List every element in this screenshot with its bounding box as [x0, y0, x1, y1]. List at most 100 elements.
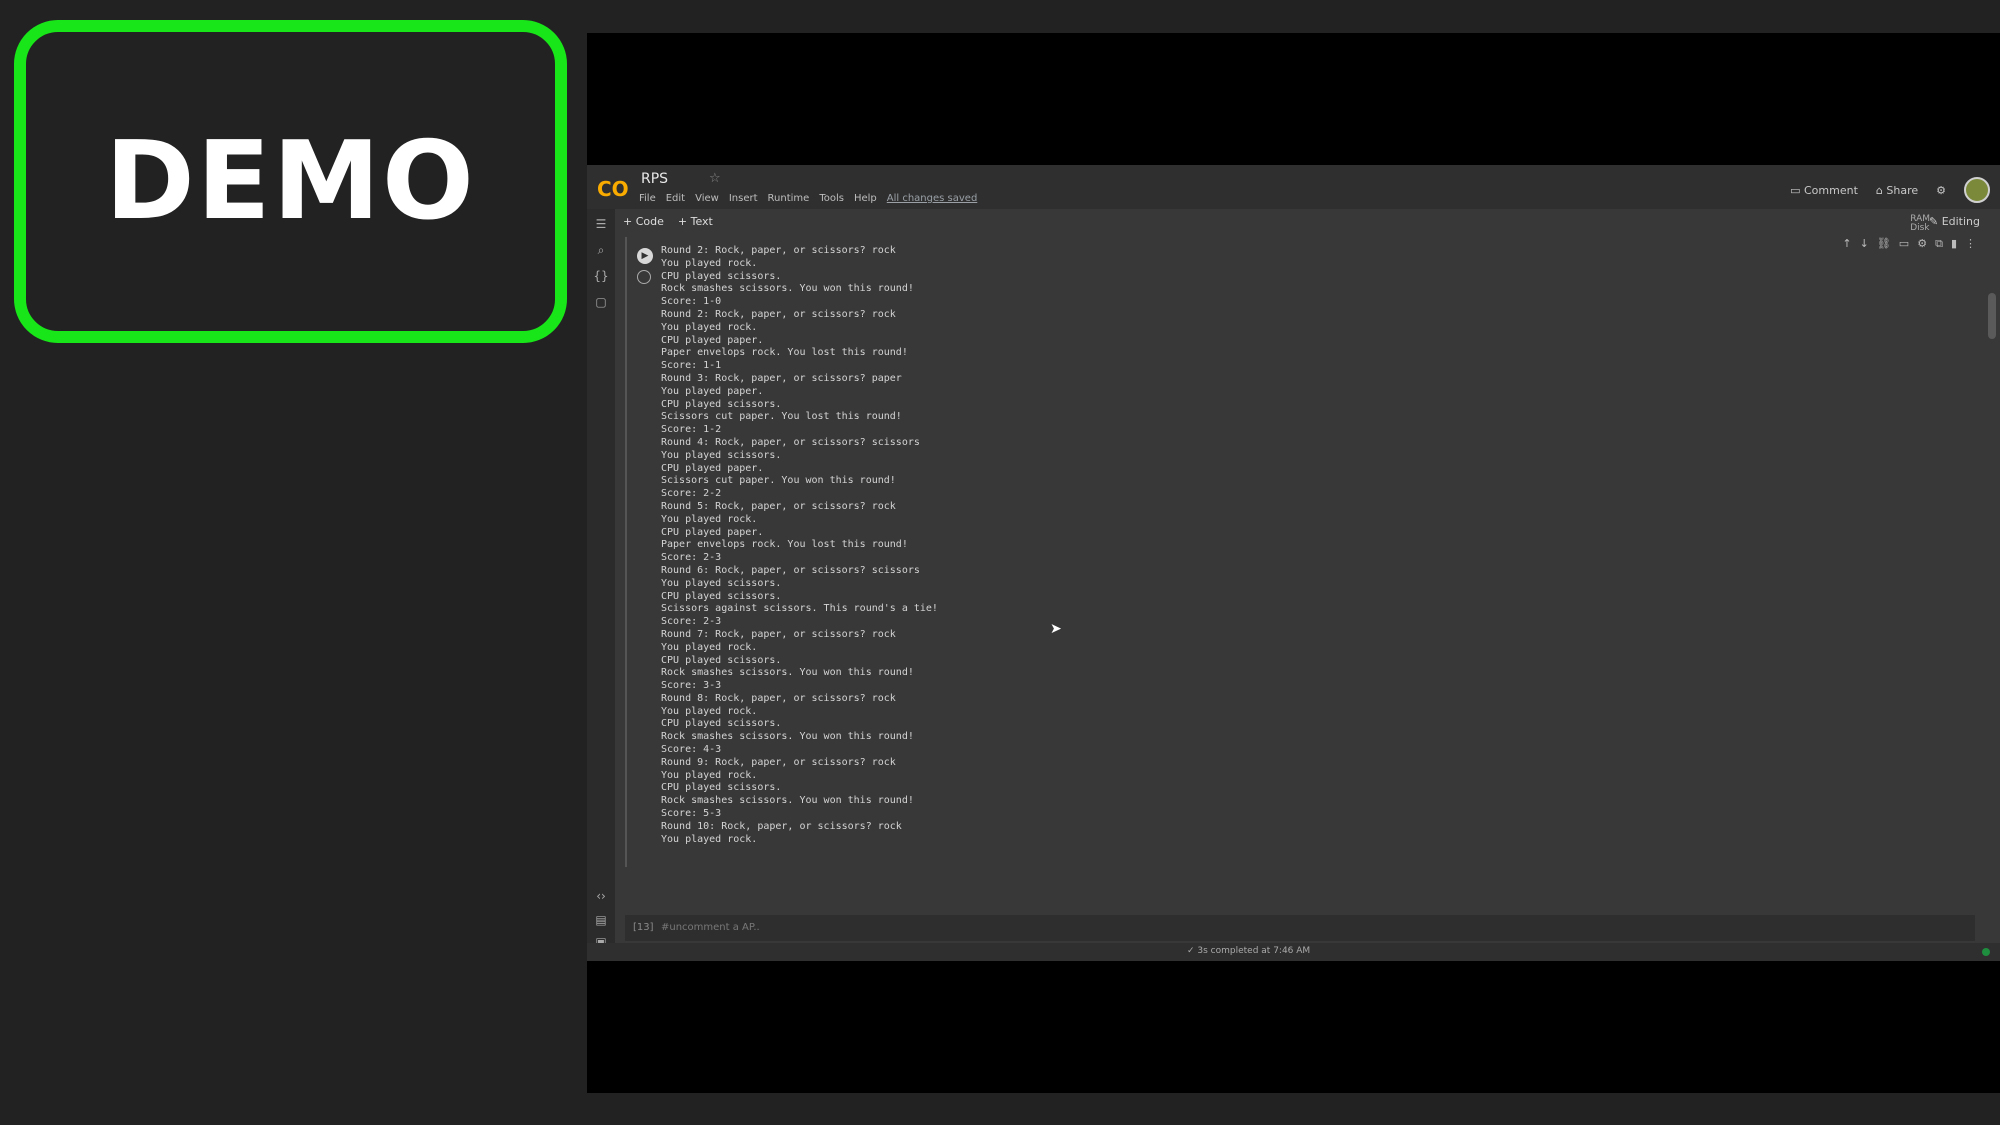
output-line: Round 4: Rock, paper, or scissors? sciss…	[661, 436, 920, 448]
share-button[interactable]: ⌂ Share	[1876, 184, 1918, 197]
notebook-toolbar: + Code + Text	[623, 215, 713, 228]
cell-output: Round 2: Rock, paper, or scissors? rock Y…	[661, 245, 1861, 845]
comment-icon[interactable]: ▭	[1899, 237, 1909, 251]
output-line: Score: 3-3	[661, 680, 722, 692]
output-line: You played scissors.	[661, 449, 782, 461]
output-line: CPU played scissors.	[661, 654, 782, 666]
top-bar: CO RPS ☆ File Edit View Insert Runtime T…	[587, 165, 2000, 209]
output-line: You played rock.	[661, 257, 758, 269]
add-text-button[interactable]: + Text	[678, 215, 713, 228]
colab-window: CO RPS ☆ File Edit View Insert Runtime T…	[587, 165, 2000, 961]
output-line: Round 2: Rock, paper, or scissors? rock	[661, 245, 896, 256]
output-line: You played rock.	[661, 321, 758, 333]
status-bar: ✓ 3s completed at 7:46 AM	[587, 943, 2000, 961]
demo-label: DEMO	[105, 119, 476, 244]
execution-status: ✓ 3s completed at 7:46 AM	[1187, 946, 1311, 956]
mirror-cell-icon[interactable]: ⧉	[1935, 237, 1943, 251]
output-line: You played rock.	[661, 769, 758, 781]
output-line: Round 10: Rock, paper, or scissors? rock	[661, 820, 902, 832]
output-line: CPU played scissors.	[661, 590, 782, 602]
comment-icon: ▭	[1790, 183, 1801, 197]
output-line: Score: 2-3	[661, 616, 722, 628]
output-line: CPU played paper.	[661, 526, 764, 538]
menu-edit[interactable]: Edit	[666, 193, 685, 204]
output-line: Rock smashes scissors. You won this roun…	[661, 283, 914, 295]
output-line: You played rock.	[661, 641, 758, 653]
screen-recording: CO RPS ☆ File Edit View Insert Runtime T…	[587, 33, 2000, 1093]
output-line: Score: 2-2	[661, 488, 722, 500]
code-snippets-icon[interactable]: {}	[593, 269, 609, 283]
more-options-icon[interactable]: ⋮	[1965, 237, 1976, 251]
output-line: CPU played scissors.	[661, 718, 782, 730]
code-icon[interactable]: ‹›	[593, 889, 609, 903]
share-label: Share	[1886, 183, 1919, 197]
cell-border	[625, 237, 627, 867]
output-line: Score: 5-3	[661, 808, 722, 820]
menu-runtime[interactable]: Runtime	[768, 193, 810, 204]
add-code-button[interactable]: + Code	[623, 215, 664, 228]
output-line: Round 8: Rock, paper, or scissors? rock	[661, 692, 896, 704]
notebook-title[interactable]: RPS	[641, 171, 668, 187]
output-line: Rock smashes scissors. You won this roun…	[661, 795, 914, 807]
output-line: CPU played scissors.	[661, 398, 782, 410]
output-line: You played rock.	[661, 513, 758, 525]
menu-view[interactable]: View	[695, 193, 719, 204]
output-line: Score: 4-3	[661, 744, 722, 756]
disk-label: Disk	[1910, 223, 1930, 233]
output-line: Round 9: Rock, paper, or scissors? rock	[661, 756, 896, 768]
output-line: Scissors cut paper. You lost this round!	[661, 411, 902, 423]
output-line: You played scissors.	[661, 577, 782, 589]
output-toggle-icon[interactable]	[637, 270, 651, 284]
output-line: CPU played scissors.	[661, 270, 782, 282]
output-line: Paper envelops rock. You lost this round…	[661, 347, 908, 359]
menu-tools[interactable]: Tools	[819, 193, 844, 204]
menu-bar: File Edit View Insert Runtime Tools Help…	[639, 193, 977, 204]
output-line: Paper envelops rock. You lost this round…	[661, 539, 908, 551]
output-line: Scissors cut paper. You won this round!	[661, 475, 896, 487]
editing-label: Editing	[1941, 215, 1980, 228]
demo-badge: DEMO	[14, 20, 567, 343]
output-line: Score: 2-3	[661, 552, 722, 564]
menu-file[interactable]: File	[639, 193, 656, 204]
avatar[interactable]	[1964, 177, 1990, 203]
search-icon[interactable]: ⌕	[593, 243, 609, 258]
cell-settings-icon[interactable]: ⚙	[1917, 237, 1927, 251]
left-rail: ☰ ⌕ {} ▢ ‹› ▤ ▣	[587, 209, 615, 961]
output-line: Score: 1-2	[661, 424, 722, 436]
connection-status-icon	[1982, 948, 1990, 956]
output-line: Round 5: Rock, paper, or scissors? rock	[661, 500, 896, 512]
cell-code: #uncomment a AP..	[661, 922, 760, 933]
output-line: CPU played paper.	[661, 334, 764, 346]
output-line: CPU played scissors.	[661, 782, 782, 794]
settings-gear-icon[interactable]: ⚙	[1936, 184, 1946, 197]
star-icon[interactable]: ☆	[709, 171, 721, 186]
colab-logo[interactable]: CO	[597, 177, 629, 201]
folder-icon[interactable]: ▢	[593, 295, 609, 309]
output-line: Round 6: Rock, paper, or scissors? sciss…	[661, 564, 920, 576]
right-tools: ▭ Comment ⌂ Share ⚙	[1790, 177, 1990, 203]
menu-insert[interactable]: Insert	[729, 193, 758, 204]
output-line: Rock smashes scissors. You won this roun…	[661, 731, 914, 743]
output-line: Rock smashes scissors. You won this roun…	[661, 667, 914, 679]
output-line: Round 3: Rock, paper, or scissors? paper	[661, 372, 902, 384]
scrollbar[interactable]	[1988, 293, 1996, 339]
output-line: CPU played paper.	[661, 462, 764, 474]
command-palette-icon[interactable]: ▤	[593, 913, 609, 927]
menu-help[interactable]: Help	[854, 193, 877, 204]
next-code-cell[interactable]: [13] #uncomment a AP..	[625, 915, 1975, 941]
output-line: You played paper.	[661, 385, 764, 397]
ram-disk-indicator[interactable]: RAM Disk	[1910, 215, 1930, 233]
link-icon[interactable]: ⛓	[1877, 237, 1891, 251]
output-line: Score: 1-0	[661, 296, 722, 308]
output-line: Round 2: Rock, paper, or scissors? rock	[661, 308, 896, 320]
editing-button[interactable]: ✎ Editing	[1929, 215, 1980, 228]
delete-icon[interactable]: ▮	[1951, 237, 1957, 251]
comment-button[interactable]: ▭ Comment	[1790, 184, 1858, 197]
cell-execution-count: [13]	[633, 922, 654, 933]
share-icon: ⌂	[1875, 183, 1883, 197]
comment-label: Comment	[1803, 183, 1858, 197]
save-status-link[interactable]: All changes saved	[887, 193, 978, 204]
output-line: Round 7: Rock, paper, or scissors? rock	[661, 628, 896, 640]
table-of-contents-icon[interactable]: ☰	[593, 217, 609, 231]
run-cell-icon[interactable]: ▶	[637, 248, 653, 264]
